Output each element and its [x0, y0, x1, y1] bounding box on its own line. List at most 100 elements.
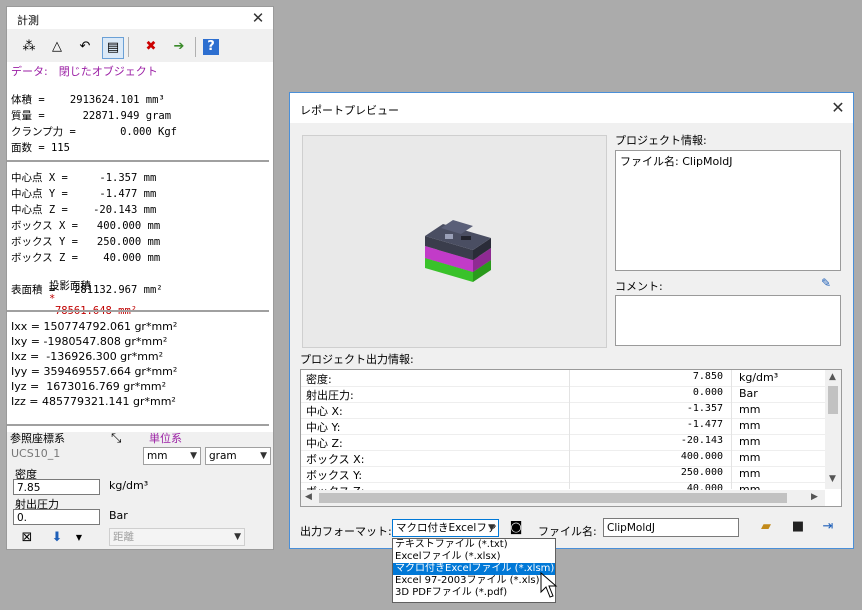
row-name: 密度:	[306, 373, 332, 386]
column-divider	[731, 370, 732, 489]
report-icon[interactable]: ⊠	[17, 529, 37, 547]
format-option[interactable]: テキストファイル (*.txt)	[393, 539, 555, 551]
comment-label: コメント:	[615, 280, 663, 293]
unit-mass-value: gram	[209, 450, 237, 462]
row-unit: mm	[739, 403, 761, 416]
mouse-cursor-icon	[540, 572, 558, 598]
model-preview-image	[302, 135, 607, 348]
prop-line: クランプ力 = 0.000 Kgf	[11, 126, 177, 138]
preview-title: レポートプレビュー	[300, 104, 399, 117]
toolbar-divider	[195, 37, 196, 57]
prop-line: 面数 = 115	[11, 142, 70, 154]
point-measure-icon[interactable]: ⁂	[19, 37, 39, 57]
format-option[interactable]: Excelファイル (*.xlsx)	[393, 551, 555, 563]
prop-line: 体積 = 2913624.101 mm³	[11, 94, 165, 106]
row-unit: mm	[739, 451, 761, 464]
toolbar-divider	[128, 37, 129, 57]
geom-line: ボックス X = 400.000 mm	[11, 220, 161, 232]
row-name: ボックス Y:	[306, 469, 363, 482]
arc-measure-icon[interactable]: ↶	[75, 37, 95, 57]
comment-textarea[interactable]	[615, 295, 841, 346]
format-option-selected[interactable]: マクロ付きExcelファイル (*.xlsm)	[393, 563, 555, 575]
filename-label: ファイル名:	[538, 525, 597, 538]
close-icon[interactable]: ✕	[251, 11, 265, 26]
distance-select[interactable]: 距離 ▼	[109, 528, 245, 546]
report-preview-window: レポートプレビュー ✕ プロジェクト情報: ファイル名: ClipMoldJ コ…	[289, 92, 854, 549]
inertia-line: Ixy = -1980547.808 gr*mm²	[11, 335, 168, 348]
row-value: 0.000	[692, 387, 723, 398]
chevron-down-icon[interactable]: ▼	[69, 529, 89, 547]
chevron-down-icon: ▼	[190, 451, 197, 461]
row-unit: Bar	[739, 387, 758, 400]
format-select-value: マクロ付きExcelファ	[396, 522, 498, 534]
table-row: 中心 Y: -1.477 mm	[301, 418, 825, 435]
scroll-thumb[interactable]	[319, 493, 787, 503]
properties-icon[interactable]: ▤	[102, 37, 124, 59]
format-dropdown-list: テキストファイル (*.txt) Excelファイル (*.xlsx) マクロ付…	[392, 538, 556, 603]
format-option[interactable]: 3D PDFファイル (*.pdf)	[393, 587, 555, 599]
filename-field[interactable]: ClipMoldJ	[603, 518, 739, 537]
scroll-right-icon[interactable]: ▶	[811, 492, 818, 502]
format-select[interactable]: マクロ付きExcelファ ▼	[392, 519, 499, 537]
divider	[7, 310, 269, 312]
row-name: ボックス X:	[306, 453, 365, 466]
geom-line: ボックス Y = 250.000 mm	[11, 236, 161, 248]
scroll-up-icon[interactable]: ▲	[829, 372, 836, 382]
camera-icon[interactable]: ◙	[506, 519, 526, 537]
exit-icon[interactable]: ⇥	[818, 518, 838, 536]
data-line: データ: 閉じたオブジェクト	[11, 65, 158, 78]
scroll-left-icon[interactable]: ◀	[305, 492, 312, 502]
density-unit: kg/dm³	[109, 479, 149, 492]
vertical-scrollbar[interactable]: ▲ ▼	[825, 370, 841, 489]
edit-comment-icon[interactable]: ✎	[816, 274, 836, 292]
object-info-box: ファイル名: ClipMoldJ	[615, 150, 841, 271]
chevron-down-icon: ▼	[260, 451, 267, 461]
export-icon[interactable]: ➔	[169, 37, 189, 57]
geom-line: ボックス Z = 40.000 mm	[11, 252, 161, 264]
measure-panel: 計測 ✕ ⁂ △ ↶ ▤ ✖ ➔ ? データ: 閉じたオブジェクト 体積 = 2…	[6, 6, 274, 550]
object-info-text: ファイル名: ClipMoldJ	[620, 155, 733, 168]
row-name: 中心 Z:	[306, 437, 343, 450]
row-name: 中心 Y:	[306, 421, 341, 434]
triangle-measure-icon[interactable]: △	[47, 37, 67, 57]
unit-mass-select[interactable]: gram ▼	[205, 447, 271, 465]
chevron-down-icon: ▼	[488, 523, 495, 533]
download-icon[interactable]: ⬇	[47, 529, 67, 547]
density-field[interactable]: 7.85	[13, 479, 100, 495]
row-name: 射出圧力:	[306, 389, 354, 402]
inertia-line: Iyy = 359469557.664 gr*mm²	[11, 365, 178, 378]
geom-line: 中心点 Z = -20.143 mm	[11, 204, 157, 216]
row-value: -20.143	[680, 435, 723, 446]
scroll-thumb[interactable]	[828, 386, 838, 414]
open-folder-icon[interactable]: ▰	[756, 518, 776, 536]
table-row: 密度: 7.850 kg/dm³	[301, 370, 825, 387]
save-icon[interactable]: ■	[788, 518, 808, 536]
output-info-table: 密度: 7.850 kg/dm³ 射出圧力: 0.000 Bar 中心 X: -…	[300, 369, 842, 507]
geom-line: 中心点 Y = -1.477 mm	[11, 188, 157, 200]
distance-select-value: 距離	[113, 531, 134, 543]
geom-line: 中心点 X = -1.357 mm	[11, 172, 157, 184]
coordinate-pick-icon[interactable]: ⤡	[111, 431, 121, 446]
measure-title: 計測	[17, 14, 39, 27]
row-value: -1.477	[686, 419, 723, 430]
clear-selection-icon[interactable]: ✖	[141, 37, 161, 57]
close-icon[interactable]: ✕	[831, 100, 845, 116]
table-row: ボックス Y: 250.000 mm	[301, 466, 825, 483]
surface-area-line: 表面積 = 281132.967 mm²	[11, 284, 163, 296]
row-unit: mm	[739, 419, 761, 432]
scroll-down-icon[interactable]: ▼	[829, 474, 836, 484]
row-value: -1.357	[686, 403, 723, 414]
help-icon[interactable]: ?	[203, 39, 219, 55]
inertia-line: Iyz = 1673016.769 gr*mm²	[11, 380, 167, 393]
format-option[interactable]: Excel 97-2003ファイル (*.xls)	[393, 575, 555, 587]
chevron-down-icon: ▼	[234, 532, 241, 542]
inertia-line: Ixx = 150774792.061 gr*mm²	[11, 320, 178, 333]
pressure-field[interactable]: 0.	[13, 509, 100, 525]
horizontal-scrollbar[interactable]: ◀ ▶	[301, 490, 825, 506]
pressure-unit: Bar	[109, 509, 128, 522]
row-unit: mm	[739, 435, 761, 448]
mold-model-image	[425, 220, 491, 282]
unit-length-select[interactable]: mm ▼	[143, 447, 201, 465]
table-row: 中心 X: -1.357 mm	[301, 402, 825, 419]
preview-titlebar: レポートプレビュー ✕	[290, 93, 853, 123]
